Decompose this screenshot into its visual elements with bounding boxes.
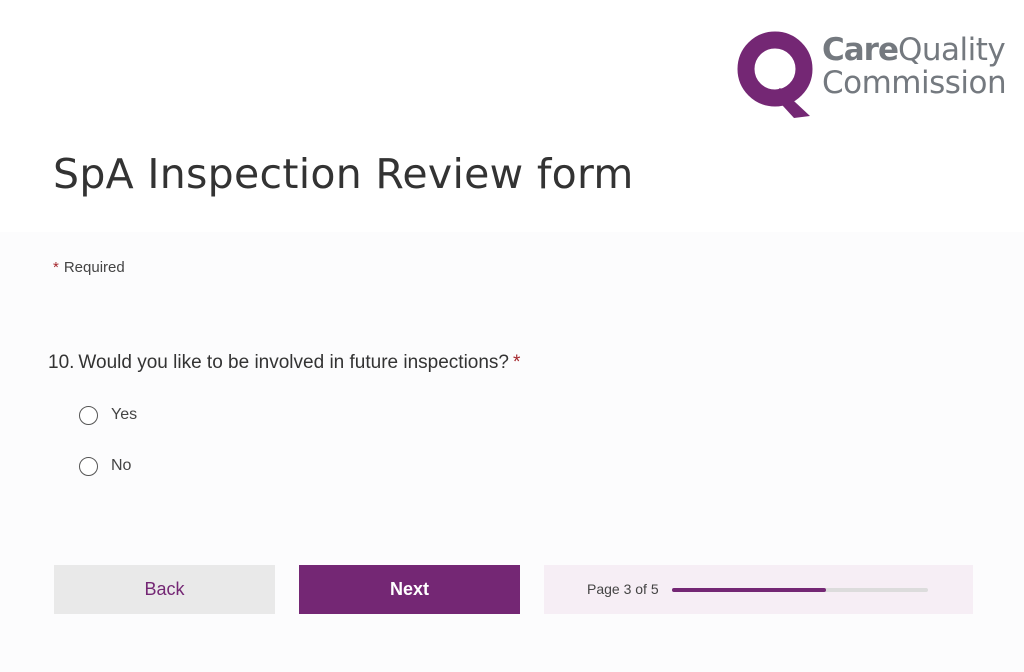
required-note: * Required (53, 259, 125, 276)
logo-word-care: Care (822, 32, 899, 68)
progress-indicator: Page 3 of 5 (544, 565, 973, 614)
required-star: * (53, 259, 59, 276)
cqc-logo: CareQuality Commission (736, 28, 1016, 120)
question-title: 10. Would you like to be involved in futu… (48, 352, 520, 374)
progress-fill (672, 588, 826, 592)
logo-wordmark: CareQuality Commission (822, 32, 1007, 101)
logo-word-quality: Quality (897, 32, 1006, 68)
next-button[interactable]: Next (299, 565, 520, 614)
progress-label: Page 3 of 5 (587, 581, 659, 597)
logo-word-commission: Commission (822, 65, 1007, 101)
progress-track (672, 588, 928, 592)
radio-yes[interactable] (79, 405, 98, 425)
required-label: Required (63, 259, 125, 276)
question-required-star: * (513, 352, 521, 373)
question-text: Would you like to be involved in future … (78, 352, 509, 373)
radio-no[interactable] (79, 456, 98, 476)
form-body: * Required 10. Would you like to be involv… (0, 232, 1024, 672)
back-button[interactable]: Back (54, 565, 275, 614)
question-number: 10. (48, 352, 75, 373)
option-no[interactable]: No (79, 454, 131, 478)
cqc-q-logo-icon (737, 31, 813, 118)
form-header: CareQuality Commission SpA Inspection Re… (0, 0, 1024, 232)
option-yes[interactable]: Yes (79, 403, 137, 427)
option-yes-label: Yes (111, 406, 138, 423)
form-title: SpA Inspection Review form (53, 150, 634, 198)
option-no-label: No (111, 457, 132, 474)
